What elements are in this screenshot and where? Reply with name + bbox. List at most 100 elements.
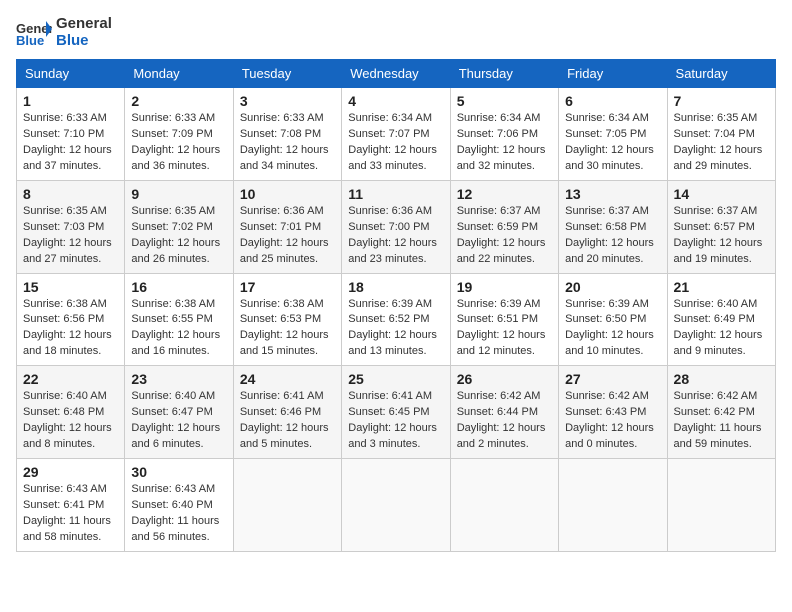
page-header: General Blue General Blue: [16, 16, 776, 49]
day-info: Sunrise: 6:43 AMSunset: 6:40 PMDaylight:…: [131, 482, 226, 546]
day-info: Sunrise: 6:41 AMSunset: 6:46 PMDaylight:…: [240, 389, 335, 453]
day-info: Sunrise: 6:42 AMSunset: 6:44 PMDaylight:…: [457, 389, 552, 453]
day-info: Sunrise: 6:39 AMSunset: 6:51 PMDaylight:…: [457, 297, 552, 361]
day-number: 2: [131, 93, 226, 109]
calendar-day-10: 10 Sunrise: 6:36 AMSunset: 7:01 PMDaylig…: [233, 180, 341, 273]
day-number: 3: [240, 93, 335, 109]
day-number: 16: [131, 279, 226, 295]
day-number: 15: [23, 279, 118, 295]
calendar-empty-cell: [342, 459, 450, 552]
day-number: 22: [23, 371, 118, 387]
weekday-header-row: SundayMondayTuesdayWednesdayThursdayFrid…: [17, 60, 776, 88]
day-info: Sunrise: 6:38 AMSunset: 6:55 PMDaylight:…: [131, 297, 226, 361]
calendar-empty-cell: [233, 459, 341, 552]
day-number: 19: [457, 279, 552, 295]
day-number: 10: [240, 186, 335, 202]
day-info: Sunrise: 6:40 AMSunset: 6:49 PMDaylight:…: [674, 297, 769, 361]
weekday-header-saturday: Saturday: [667, 60, 775, 88]
day-info: Sunrise: 6:40 AMSunset: 6:47 PMDaylight:…: [131, 389, 226, 453]
day-number: 30: [131, 464, 226, 480]
calendar-empty-cell: [559, 459, 667, 552]
calendar-day-11: 11 Sunrise: 6:36 AMSunset: 7:00 PMDaylig…: [342, 180, 450, 273]
calendar-day-17: 17 Sunrise: 6:38 AMSunset: 6:53 PMDaylig…: [233, 273, 341, 366]
day-info: Sunrise: 6:42 AMSunset: 6:43 PMDaylight:…: [565, 389, 660, 453]
calendar-day-30: 30 Sunrise: 6:43 AMSunset: 6:40 PMDaylig…: [125, 459, 233, 552]
day-info: Sunrise: 6:34 AMSunset: 7:05 PMDaylight:…: [565, 111, 660, 175]
day-number: 24: [240, 371, 335, 387]
day-info: Sunrise: 6:36 AMSunset: 7:01 PMDaylight:…: [240, 204, 335, 268]
day-info: Sunrise: 6:42 AMSunset: 6:42 PMDaylight:…: [674, 389, 769, 453]
day-number: 20: [565, 279, 660, 295]
weekday-header-wednesday: Wednesday: [342, 60, 450, 88]
calendar-day-9: 9 Sunrise: 6:35 AMSunset: 7:02 PMDayligh…: [125, 180, 233, 273]
day-info: Sunrise: 6:37 AMSunset: 6:58 PMDaylight:…: [565, 204, 660, 268]
day-info: Sunrise: 6:37 AMSunset: 6:59 PMDaylight:…: [457, 204, 552, 268]
calendar-day-16: 16 Sunrise: 6:38 AMSunset: 6:55 PMDaylig…: [125, 273, 233, 366]
calendar-week-4: 22 Sunrise: 6:40 AMSunset: 6:48 PMDaylig…: [17, 366, 776, 459]
day-info: Sunrise: 6:33 AMSunset: 7:10 PMDaylight:…: [23, 111, 118, 175]
weekday-header-monday: Monday: [125, 60, 233, 88]
day-number: 29: [23, 464, 118, 480]
day-number: 9: [131, 186, 226, 202]
calendar-day-19: 19 Sunrise: 6:39 AMSunset: 6:51 PMDaylig…: [450, 273, 558, 366]
day-number: 13: [565, 186, 660, 202]
calendar-day-26: 26 Sunrise: 6:42 AMSunset: 6:44 PMDaylig…: [450, 366, 558, 459]
day-number: 18: [348, 279, 443, 295]
day-info: Sunrise: 6:33 AMSunset: 7:08 PMDaylight:…: [240, 111, 335, 175]
weekday-header-thursday: Thursday: [450, 60, 558, 88]
day-info: Sunrise: 6:38 AMSunset: 6:56 PMDaylight:…: [23, 297, 118, 361]
calendar-day-28: 28 Sunrise: 6:42 AMSunset: 6:42 PMDaylig…: [667, 366, 775, 459]
day-info: Sunrise: 6:36 AMSunset: 7:00 PMDaylight:…: [348, 204, 443, 268]
day-number: 12: [457, 186, 552, 202]
calendar-day-23: 23 Sunrise: 6:40 AMSunset: 6:47 PMDaylig…: [125, 366, 233, 459]
logo-icon: General Blue: [16, 19, 52, 47]
logo-general-text: General: [56, 16, 112, 33]
weekday-header-friday: Friday: [559, 60, 667, 88]
weekday-header-tuesday: Tuesday: [233, 60, 341, 88]
calendar-day-27: 27 Sunrise: 6:42 AMSunset: 6:43 PMDaylig…: [559, 366, 667, 459]
calendar-day-24: 24 Sunrise: 6:41 AMSunset: 6:46 PMDaylig…: [233, 366, 341, 459]
day-number: 7: [674, 93, 769, 109]
day-number: 23: [131, 371, 226, 387]
calendar-day-6: 6 Sunrise: 6:34 AMSunset: 7:05 PMDayligh…: [559, 88, 667, 181]
svg-text:Blue: Blue: [16, 33, 44, 47]
calendar-day-29: 29 Sunrise: 6:43 AMSunset: 6:41 PMDaylig…: [17, 459, 125, 552]
day-number: 26: [457, 371, 552, 387]
day-info: Sunrise: 6:35 AMSunset: 7:03 PMDaylight:…: [23, 204, 118, 268]
calendar-day-13: 13 Sunrise: 6:37 AMSunset: 6:58 PMDaylig…: [559, 180, 667, 273]
calendar-day-2: 2 Sunrise: 6:33 AMSunset: 7:09 PMDayligh…: [125, 88, 233, 181]
day-number: 1: [23, 93, 118, 109]
day-number: 11: [348, 186, 443, 202]
calendar-day-5: 5 Sunrise: 6:34 AMSunset: 7:06 PMDayligh…: [450, 88, 558, 181]
calendar-day-22: 22 Sunrise: 6:40 AMSunset: 6:48 PMDaylig…: [17, 366, 125, 459]
calendar-week-2: 8 Sunrise: 6:35 AMSunset: 7:03 PMDayligh…: [17, 180, 776, 273]
day-info: Sunrise: 6:34 AMSunset: 7:06 PMDaylight:…: [457, 111, 552, 175]
day-number: 4: [348, 93, 443, 109]
calendar-week-5: 29 Sunrise: 6:43 AMSunset: 6:41 PMDaylig…: [17, 459, 776, 552]
day-info: Sunrise: 6:34 AMSunset: 7:07 PMDaylight:…: [348, 111, 443, 175]
day-number: 28: [674, 371, 769, 387]
day-info: Sunrise: 6:43 AMSunset: 6:41 PMDaylight:…: [23, 482, 118, 546]
weekday-header-sunday: Sunday: [17, 60, 125, 88]
logo-blue-text: Blue: [56, 33, 112, 50]
day-info: Sunrise: 6:39 AMSunset: 6:50 PMDaylight:…: [565, 297, 660, 361]
calendar-day-18: 18 Sunrise: 6:39 AMSunset: 6:52 PMDaylig…: [342, 273, 450, 366]
day-info: Sunrise: 6:39 AMSunset: 6:52 PMDaylight:…: [348, 297, 443, 361]
calendar-day-15: 15 Sunrise: 6:38 AMSunset: 6:56 PMDaylig…: [17, 273, 125, 366]
day-number: 5: [457, 93, 552, 109]
day-info: Sunrise: 6:40 AMSunset: 6:48 PMDaylight:…: [23, 389, 118, 453]
calendar-day-8: 8 Sunrise: 6:35 AMSunset: 7:03 PMDayligh…: [17, 180, 125, 273]
day-number: 14: [674, 186, 769, 202]
calendar-day-20: 20 Sunrise: 6:39 AMSunset: 6:50 PMDaylig…: [559, 273, 667, 366]
calendar-day-1: 1 Sunrise: 6:33 AMSunset: 7:10 PMDayligh…: [17, 88, 125, 181]
calendar-day-4: 4 Sunrise: 6:34 AMSunset: 7:07 PMDayligh…: [342, 88, 450, 181]
day-info: Sunrise: 6:41 AMSunset: 6:45 PMDaylight:…: [348, 389, 443, 453]
day-number: 27: [565, 371, 660, 387]
calendar-week-1: 1 Sunrise: 6:33 AMSunset: 7:10 PMDayligh…: [17, 88, 776, 181]
day-number: 25: [348, 371, 443, 387]
calendar-day-12: 12 Sunrise: 6:37 AMSunset: 6:59 PMDaylig…: [450, 180, 558, 273]
calendar-day-7: 7 Sunrise: 6:35 AMSunset: 7:04 PMDayligh…: [667, 88, 775, 181]
logo: General Blue General Blue: [16, 16, 112, 49]
calendar-table: SundayMondayTuesdayWednesdayThursdayFrid…: [16, 59, 776, 552]
calendar-empty-cell: [667, 459, 775, 552]
